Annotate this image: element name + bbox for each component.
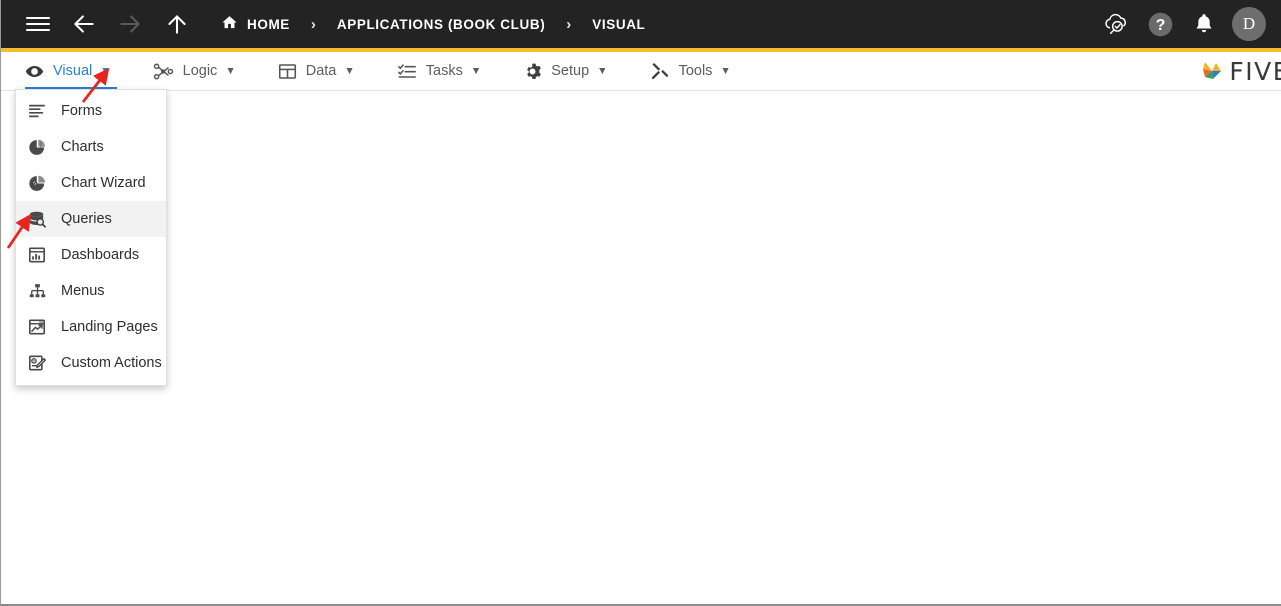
menu-item-label: Menus xyxy=(61,283,105,299)
menu-tab-visual[interactable]: Visual ▼ xyxy=(11,52,125,90)
main-content-area xyxy=(1,91,1281,604)
main-menu-bar: Visual ▼ Logic ▼ Data ▼ Tasks ▼ Setup ▼ … xyxy=(1,52,1281,91)
menu-tab-label: Tools xyxy=(678,63,713,79)
menu-tab-tools[interactable]: Tools ▼ xyxy=(636,52,745,90)
custom-action-icon xyxy=(26,354,48,372)
menu-item-charts[interactable]: Charts xyxy=(16,129,166,165)
dashboard-icon xyxy=(26,246,48,264)
forms-lines-icon xyxy=(26,102,48,120)
menu-tab-data[interactable]: Data ▼ xyxy=(264,52,369,90)
five-logo: FIVE xyxy=(1199,56,1281,86)
sitemap-icon xyxy=(26,282,48,300)
menu-item-label: Forms xyxy=(61,103,103,119)
menu-tab-label: Logic xyxy=(182,63,218,79)
help-icon[interactable]: ? xyxy=(1138,2,1182,46)
breadcrumb: HOME › APPLICATIONS (BOOK CLUB) › VISUAL xyxy=(204,0,648,48)
table-grid-icon xyxy=(278,62,297,81)
cloud-search-icon[interactable] xyxy=(1094,2,1138,46)
menu-tab-label: Setup xyxy=(551,63,590,79)
menu-item-label: Custom Actions xyxy=(61,355,162,371)
breadcrumb-separator: › xyxy=(310,15,316,33)
breadcrumb-item-applications[interactable]: APPLICATIONS (BOOK CLUB) xyxy=(334,17,548,32)
menu-item-queries[interactable]: Queries xyxy=(16,201,166,237)
pie-chart-icon xyxy=(26,138,48,157)
five-logo-mark xyxy=(1203,62,1222,79)
arrow-right-icon xyxy=(111,5,149,43)
chevron-down-icon: ▼ xyxy=(720,64,731,77)
menu-item-chart-wizard[interactable]: Chart Wizard xyxy=(16,165,166,201)
checklist-icon xyxy=(397,62,417,81)
svg-text:?: ? xyxy=(1155,17,1165,34)
top-header-bar: HOME › APPLICATIONS (BOOK CLUB) › VISUAL xyxy=(1,0,1281,48)
breadcrumb-label: APPLICATIONS (BOOK CLUB) xyxy=(336,16,546,32)
menu-item-label: Chart Wizard xyxy=(61,175,146,191)
menu-item-custom-actions[interactable]: Custom Actions xyxy=(16,345,166,381)
menu-item-label: Dashboards xyxy=(61,247,140,263)
avatar[interactable]: D xyxy=(1232,7,1266,41)
menu-tab-label: Data xyxy=(305,63,337,79)
header-actions: ? D xyxy=(1094,0,1281,48)
arrow-up-icon[interactable] xyxy=(158,5,196,43)
hamburger-menu-icon[interactable] xyxy=(19,5,57,43)
gear-icon xyxy=(523,62,542,81)
menu-item-landing-pages[interactable]: Landing Pages xyxy=(16,309,166,345)
chevron-down-icon: ▼ xyxy=(100,64,111,77)
home-icon xyxy=(221,14,238,34)
database-search-icon xyxy=(26,210,48,229)
menu-tab-setup[interactable]: Setup ▼ xyxy=(509,52,621,90)
visual-dropdown-menu: Forms Charts Chart Wizard Queries Dashbo… xyxy=(15,89,167,386)
notifications-bell-icon[interactable] xyxy=(1182,2,1226,46)
menu-tab-label: Visual xyxy=(53,63,93,79)
arrow-left-icon[interactable] xyxy=(65,5,103,43)
flow-nodes-icon xyxy=(153,62,174,81)
chevron-down-icon: ▼ xyxy=(470,64,482,77)
chevron-down-icon: ▼ xyxy=(225,64,236,77)
breadcrumb-separator: › xyxy=(566,15,572,33)
menu-item-label: Landing Pages xyxy=(61,319,158,335)
chevron-down-icon: ▼ xyxy=(344,64,355,77)
chevron-down-icon: ▼ xyxy=(597,64,608,77)
menu-item-label: Charts xyxy=(61,139,104,155)
menu-item-dashboards[interactable]: Dashboards xyxy=(16,237,166,273)
menu-tab-label: Tasks xyxy=(425,63,463,79)
breadcrumb-label: VISUAL xyxy=(592,16,646,32)
chart-wizard-icon xyxy=(26,174,48,193)
five-logo-text: FIVE xyxy=(1229,56,1281,86)
breadcrumb-label: HOME xyxy=(247,16,290,32)
breadcrumb-item-visual[interactable]: VISUAL xyxy=(589,17,648,32)
menu-tab-logic[interactable]: Logic ▼ xyxy=(139,52,250,90)
tools-cross-icon xyxy=(650,61,670,81)
application-window: HOME › APPLICATIONS (BOOK CLUB) › VISUAL xyxy=(0,0,1281,606)
menu-item-menus[interactable]: Menus xyxy=(16,273,166,309)
menu-tab-tasks[interactable]: Tasks ▼ xyxy=(383,52,495,90)
landing-page-icon xyxy=(26,318,48,336)
breadcrumb-item-home[interactable]: HOME xyxy=(218,14,293,34)
menu-item-forms[interactable]: Forms xyxy=(16,93,166,129)
menu-item-label: Queries xyxy=(61,211,112,227)
eye-icon xyxy=(25,62,44,81)
